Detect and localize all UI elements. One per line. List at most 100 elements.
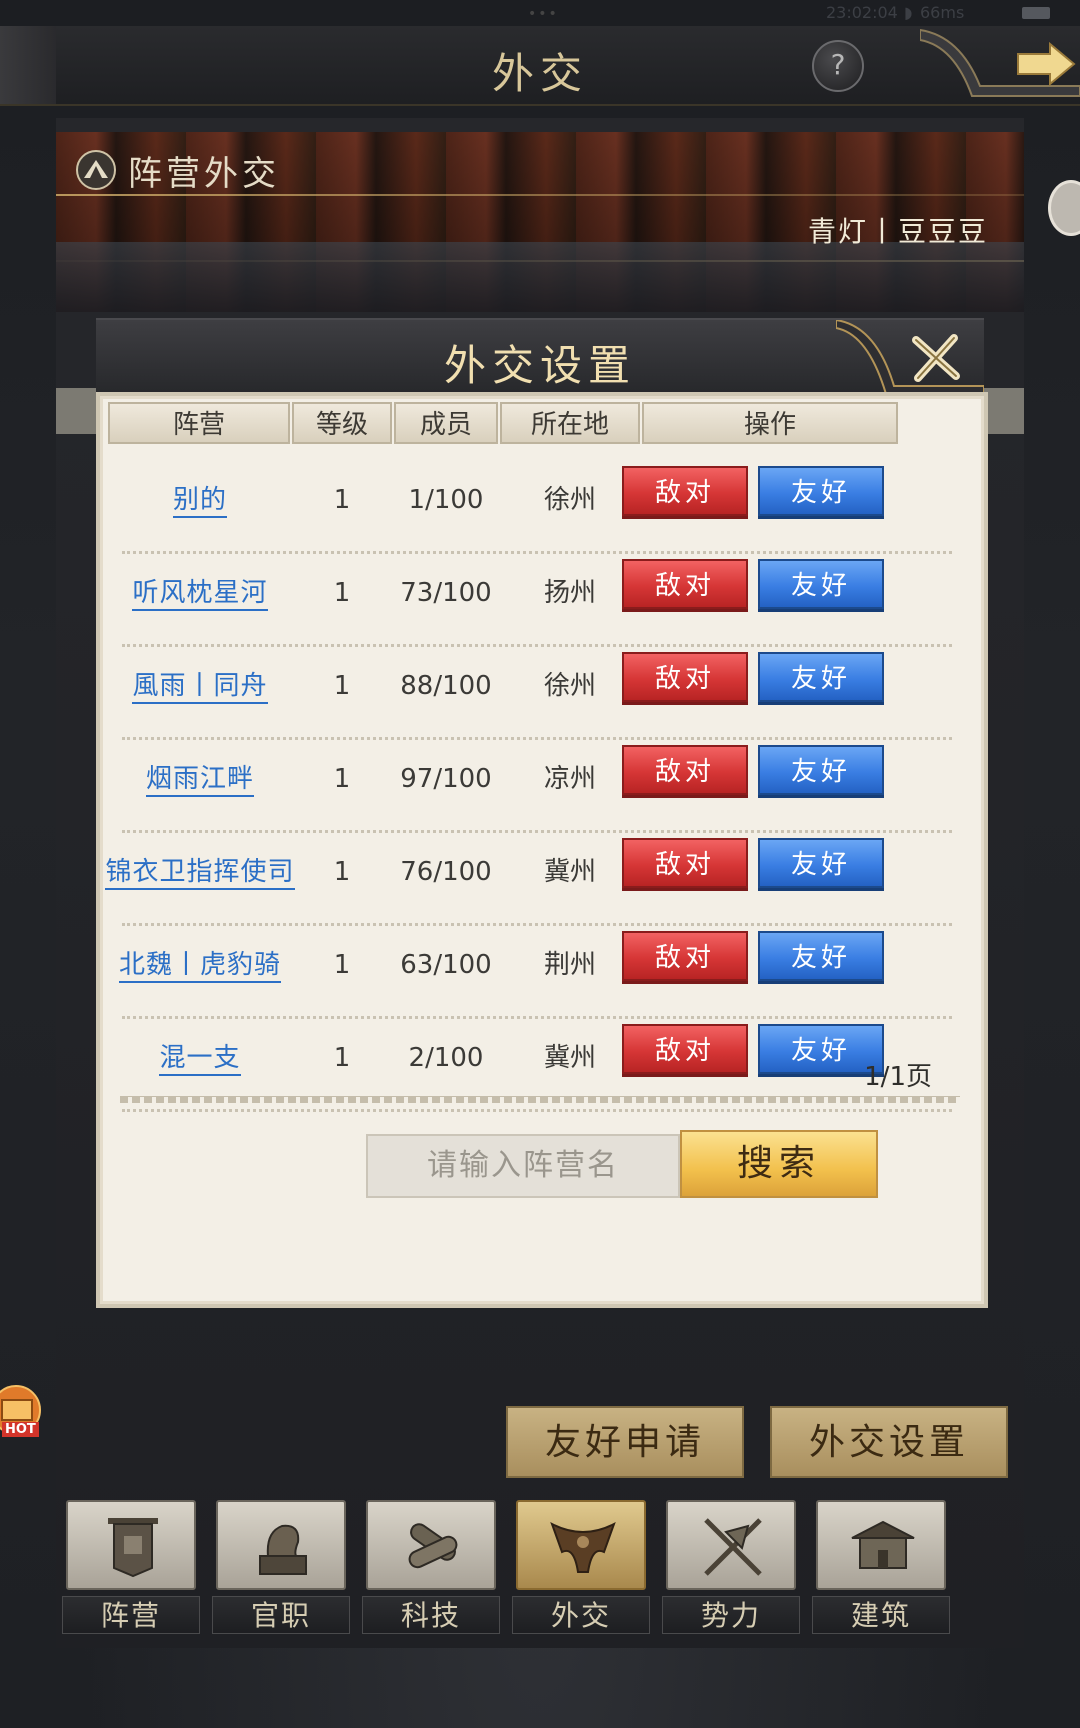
- camp-location: 凉州: [543, 764, 596, 794]
- side-float-button[interactable]: [1048, 180, 1080, 236]
- my-camp-name: 青灯丨豆豆豆: [807, 215, 988, 248]
- column-header-action: 操作: [642, 402, 898, 444]
- friendly-button[interactable]: 友好: [758, 745, 884, 795]
- banner-title: 阵营外交: [128, 154, 280, 194]
- friendly-button[interactable]: 友好: [758, 466, 884, 516]
- camp-level: 1: [333, 671, 351, 701]
- page-title: 外交: [491, 49, 588, 98]
- table-row: 别的 1 1/100 徐州 敌对 友好: [108, 452, 972, 554]
- camp-members: 97/100: [400, 764, 492, 794]
- nav-label: 科技: [362, 1596, 500, 1634]
- friendly-button[interactable]: 友好: [758, 838, 884, 888]
- hostile-button[interactable]: 敌对: [622, 559, 748, 609]
- diplomacy-settings-dialog: 外交设置 阵营 等级 成员 所在地 操作 别的 1 1/100 徐州 敌对 友好…: [96, 318, 988, 1308]
- table-row: 听风枕星河 1 73/100 扬州 敌对 友好: [108, 545, 972, 647]
- friendly-button[interactable]: 友好: [758, 652, 884, 702]
- camp-members: 63/100: [400, 950, 492, 980]
- scroll-icon: [408, 1523, 458, 1569]
- camp-location: 冀州: [543, 1043, 596, 1073]
- camp-name-link[interactable]: 听风枕星河: [108, 571, 292, 615]
- triangle-emblem-icon: [76, 150, 116, 190]
- camp-name-link[interactable]: 烟雨江畔: [108, 757, 292, 801]
- banner: 阵营外交 青灯丨豆豆豆: [56, 132, 1024, 312]
- ping-readout: 66ms: [920, 3, 965, 22]
- camp-location: 荆州: [543, 950, 596, 980]
- camp-name-link[interactable]: 混一支: [108, 1036, 292, 1080]
- wifi-icon: ◗: [904, 3, 913, 22]
- camp-members: 1/100: [408, 485, 484, 515]
- back-button[interactable]: [920, 26, 1080, 104]
- search-button[interactable]: 搜索: [680, 1130, 878, 1198]
- camp-level: 1: [333, 764, 351, 794]
- camp-location: 冀州: [543, 857, 596, 887]
- nav-label: 建筑: [812, 1596, 950, 1634]
- hostile-button[interactable]: 敌对: [622, 1024, 748, 1074]
- nav-item-office[interactable]: 官职: [208, 1496, 354, 1638]
- hot-event-button[interactable]: HOT: [0, 1384, 46, 1444]
- dialog-header: 外交设置: [96, 318, 985, 395]
- palace-icon: [851, 1520, 915, 1569]
- friend-request-button[interactable]: 友好申请: [506, 1406, 744, 1478]
- camp-level: 1: [333, 857, 351, 887]
- column-header-camp: 阵营: [108, 402, 290, 444]
- page-indicator: 1/1页: [864, 1062, 932, 1092]
- nav-label: 阵营: [62, 1596, 200, 1634]
- status-bar: ••• 23:02:04 ◗ 66ms: [0, 0, 1080, 26]
- nav-item-power[interactable]: 势力: [658, 1496, 804, 1638]
- camp-name-link[interactable]: 風雨丨同舟: [108, 664, 292, 708]
- nav-item-diplomacy[interactable]: 外交: [508, 1496, 654, 1638]
- close-button[interactable]: [835, 318, 985, 395]
- panel-strip-right: [982, 388, 1024, 434]
- nav-tile: [816, 1500, 946, 1590]
- camp-members: 73/100: [400, 578, 492, 608]
- clock: 23:02:04: [826, 3, 898, 22]
- game-screen: ••• 23:02:04 ◗ 66ms 外交 ? 阵营外交 青灯丨豆豆豆 外交设…: [0, 0, 1080, 1728]
- banner-floor: [56, 242, 1024, 312]
- hostile-button[interactable]: 敌对: [622, 466, 748, 516]
- nav-tile: [66, 1500, 196, 1590]
- camp-members: 2/100: [408, 1043, 484, 1073]
- nav-tile: [216, 1500, 346, 1590]
- camp-location: 徐州: [543, 485, 596, 515]
- diplomacy-settings-button[interactable]: 外交设置: [770, 1406, 1008, 1478]
- table-header: 阵营 等级 成员 所在地 操作: [108, 402, 972, 446]
- hostile-button[interactable]: 敌对: [622, 652, 748, 702]
- friendly-button[interactable]: 友好: [758, 559, 884, 609]
- camp-level: 1: [333, 485, 351, 515]
- table-row: 風雨丨同舟 1 88/100 徐州 敌对 友好: [108, 638, 972, 740]
- camp-name-link[interactable]: 锦衣卫指挥使司: [100, 850, 300, 894]
- column-header-location: 所在地: [500, 402, 640, 444]
- nav-item-tech[interactable]: 科技: [358, 1496, 504, 1638]
- camp-name-link[interactable]: 别的: [108, 478, 292, 522]
- hostile-button[interactable]: 敌对: [622, 745, 748, 795]
- panel-strip-left: [56, 388, 98, 434]
- table-row: 北魏丨虎豹骑 1 63/100 荆州 敌对 友好: [108, 917, 972, 1019]
- nav-label: 外交: [512, 1596, 650, 1634]
- camp-name-link[interactable]: 北魏丨虎豹骑: [108, 943, 292, 987]
- nav-item-camp[interactable]: 阵营: [58, 1496, 204, 1638]
- hostile-button[interactable]: 敌对: [622, 838, 748, 888]
- hostile-button[interactable]: 敌对: [622, 931, 748, 981]
- nav-tile: [366, 1500, 496, 1590]
- camp-location: 扬州: [543, 578, 596, 608]
- weapons-icon: [704, 1518, 762, 1576]
- nav-tile: [666, 1500, 796, 1590]
- row-divider: [122, 1109, 952, 1112]
- nav-tile: [516, 1500, 646, 1590]
- help-button[interactable]: ?: [812, 40, 864, 92]
- diplomacy-icon: [550, 1521, 616, 1573]
- dialog-body: 阵营 等级 成员 所在地 操作 别的 1 1/100 徐州 敌对 友好 听风枕星…: [96, 392, 988, 1308]
- hot-label: HOT: [2, 1422, 39, 1437]
- arrow-right-icon: [920, 28, 1080, 97]
- nav-item-building[interactable]: 建筑: [808, 1496, 954, 1638]
- close-icon: [835, 318, 985, 395]
- camp-search-input[interactable]: 请输入阵营名: [366, 1134, 680, 1198]
- column-header-members: 成员: [394, 402, 498, 444]
- bottom-nav: 阵营 官职 科技 外交 势力 建筑: [58, 1496, 1034, 1638]
- nav-label: 官职: [212, 1596, 350, 1634]
- table-row: 烟雨江畔 1 97/100 凉州 敌对 友好: [108, 731, 972, 833]
- camp-level: 1: [333, 1043, 351, 1073]
- friendly-button[interactable]: 友好: [758, 931, 884, 981]
- table-row: 锦衣卫指挥使司 1 76/100 冀州 敌对 友好: [105, 824, 972, 926]
- notch-dots: •••: [528, 6, 559, 22]
